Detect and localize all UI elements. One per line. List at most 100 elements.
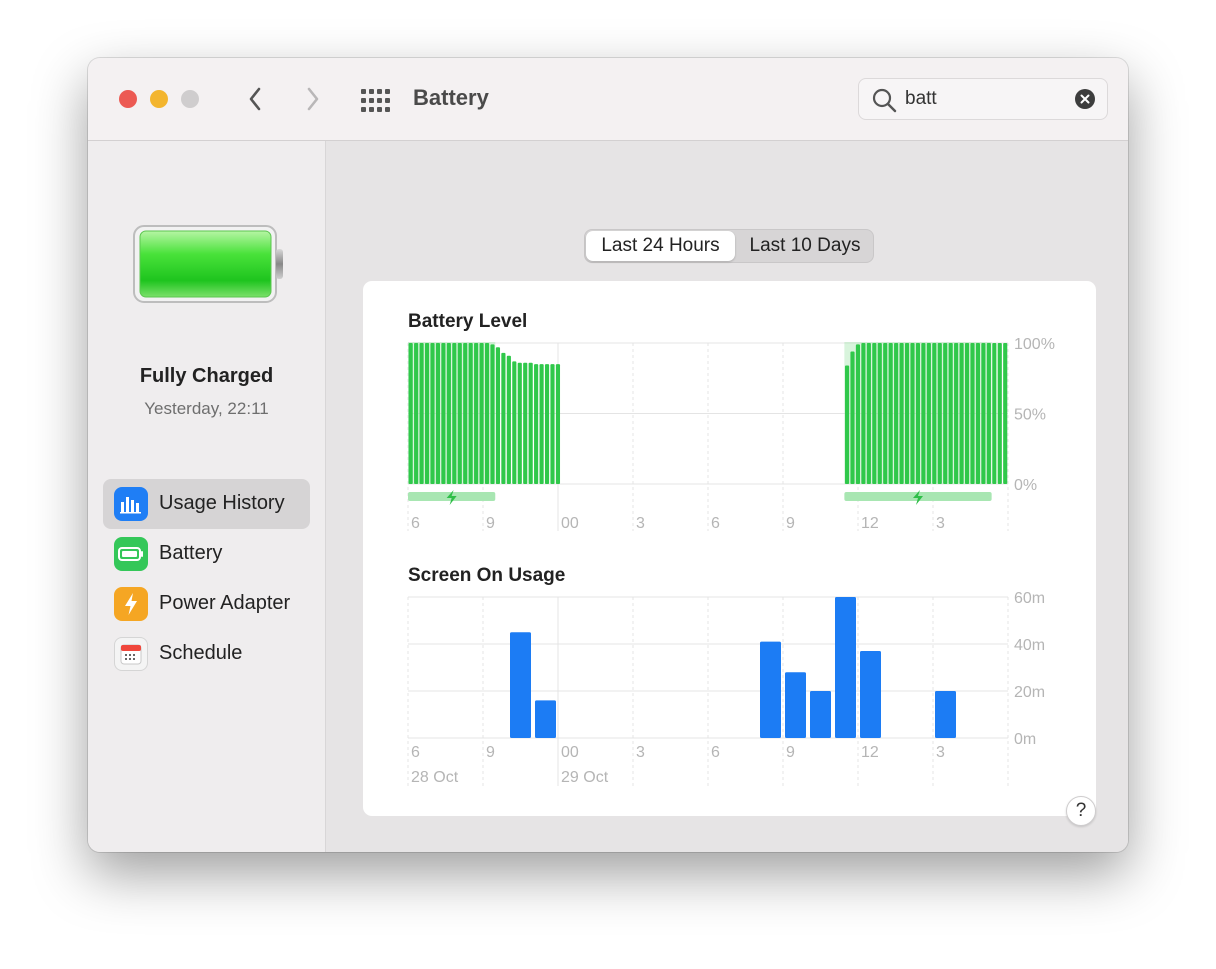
x-tick-label: 3 xyxy=(936,744,945,761)
schedule-icon xyxy=(114,637,148,671)
battery-preferences-window: Battery batt Fully Charged Yesterday, 22… xyxy=(88,58,1128,852)
screen-usage-bar xyxy=(785,672,806,738)
time-range-segmented-control: Last 24 Hours Last 10 Days xyxy=(584,229,874,263)
y-tick-label: 60m xyxy=(1014,590,1045,607)
battery-level-bar xyxy=(883,343,888,484)
x-tick-label: 6 xyxy=(411,515,420,532)
screen-usage-bars xyxy=(510,597,956,738)
search-icon xyxy=(872,88,897,113)
battery-level-bar xyxy=(910,343,915,484)
screen-usage-bar xyxy=(860,651,881,738)
charging-periods xyxy=(408,342,992,505)
battery-level-bar xyxy=(424,343,430,484)
chevron-right-icon xyxy=(307,87,319,111)
date-label: 28 Oct xyxy=(411,769,459,786)
y-tick-label: 0% xyxy=(1014,477,1037,494)
close-window-button[interactable] xyxy=(119,90,137,108)
search-field[interactable] xyxy=(858,78,1108,120)
battery-level-bar xyxy=(463,343,468,484)
battery-level-chart-title: Battery Level xyxy=(408,311,527,332)
battery-level-bar xyxy=(441,343,446,484)
battery-level-bar xyxy=(888,343,893,484)
screen-usage-bar xyxy=(510,632,531,738)
minimize-window-button[interactable] xyxy=(150,90,168,108)
battery-level-bar xyxy=(926,343,931,484)
battery-level-y-ticks: 100% 50% 0% xyxy=(1014,336,1055,494)
x-tick-label: 9 xyxy=(786,744,795,761)
back-button[interactable] xyxy=(237,80,273,118)
sidebar-item-label: Usage History xyxy=(159,492,285,514)
screen-usage-bar xyxy=(935,691,956,738)
battery-level-bar xyxy=(484,343,490,484)
chevron-left-icon xyxy=(249,87,261,111)
sidebar-item-schedule[interactable]: Schedule xyxy=(103,629,310,679)
battery-level-bar xyxy=(474,343,479,484)
x-tick-label: 9 xyxy=(486,515,495,532)
screen-usage-bar xyxy=(535,700,556,738)
battery-level-bar xyxy=(844,365,850,484)
show-all-button[interactable] xyxy=(358,84,392,118)
battery-level-bar xyxy=(970,343,975,484)
battery-level-bar xyxy=(850,351,855,484)
battery-level-bar xyxy=(419,343,424,484)
x-tick-label: 3 xyxy=(636,515,645,532)
battery-level-bar xyxy=(954,343,959,484)
screen-usage-bar xyxy=(835,597,856,738)
y-tick-label: 0m xyxy=(1014,731,1036,748)
battery-level-bar xyxy=(932,343,937,484)
battery-level-bar xyxy=(943,343,948,484)
x-tick-label: 12 xyxy=(861,515,879,532)
sidebar-item-usage-history[interactable]: Usage History xyxy=(103,479,310,529)
battery-level-bar xyxy=(468,343,473,484)
screen-usage-bar xyxy=(760,641,781,738)
battery-status-title: Fully Charged xyxy=(139,365,274,387)
zoom-window-button[interactable] xyxy=(181,90,199,108)
battery-status-time: Yesterday, 22:11 xyxy=(144,399,269,418)
battery-level-bar xyxy=(937,343,942,484)
sidebar-item-label: Battery xyxy=(159,542,223,564)
battery-level-bar xyxy=(506,355,511,484)
battery-level-bar xyxy=(490,344,495,484)
battery-level-bar xyxy=(452,343,457,484)
tab-last-10-days[interactable]: Last 10 Days xyxy=(737,231,873,261)
sidebar-item-battery[interactable]: Battery xyxy=(103,529,310,579)
sidebar-item-power-adapter[interactable]: Power Adapter xyxy=(103,579,310,629)
battery-icon xyxy=(114,537,148,571)
x-tick-label: 00 xyxy=(561,515,579,532)
x-tick-label: 3 xyxy=(636,744,645,761)
search-input[interactable] xyxy=(905,87,1065,111)
battery-level-bar xyxy=(997,343,1002,484)
battery-level-bar xyxy=(899,343,904,484)
screen-usage-x-ticks: 6 9 00 3 6 9 12 3 xyxy=(411,744,945,761)
battery-level-bar xyxy=(861,343,866,484)
battery-level-bar xyxy=(1003,343,1008,484)
battery-level-bar xyxy=(948,343,953,484)
clear-search-icon[interactable] xyxy=(1075,89,1095,109)
battery-level-bar xyxy=(446,343,451,484)
battery-level-bar xyxy=(992,343,997,484)
battery-level-bar xyxy=(855,344,861,484)
x-tick-label: 12 xyxy=(861,744,879,761)
battery-level-bar xyxy=(550,364,555,484)
battery-level-bar xyxy=(435,343,441,484)
window-title: Battery xyxy=(413,85,489,110)
battery-level-bar xyxy=(430,343,435,484)
battery-level-bar xyxy=(904,343,910,484)
usage-history-card: Battery Level 100% 50% 0% 6 9 00 3 6 9 12 3 Scree… xyxy=(363,281,1096,816)
x-tick-label: 9 xyxy=(786,515,795,532)
tab-last-24-hours[interactable]: Last 24 Hours xyxy=(586,231,735,261)
battery-level-bar xyxy=(534,364,539,484)
date-label: 29 Oct xyxy=(561,769,609,786)
help-button[interactable]: ? xyxy=(1066,796,1096,826)
battery-level-bar xyxy=(479,343,484,484)
battery-level-bar xyxy=(959,343,964,484)
battery-level-bar xyxy=(921,343,926,484)
battery-level-bar xyxy=(523,362,528,484)
y-tick-label: 40m xyxy=(1014,637,1045,654)
power-adapter-icon xyxy=(114,587,148,621)
forward-button[interactable] xyxy=(295,80,331,118)
main-content: Last 24 Hours Last 10 Days Battery Level… xyxy=(326,141,1128,852)
battery-level-bar xyxy=(555,364,561,484)
x-tick-label: 6 xyxy=(411,744,420,761)
battery-level-bar xyxy=(517,362,522,484)
